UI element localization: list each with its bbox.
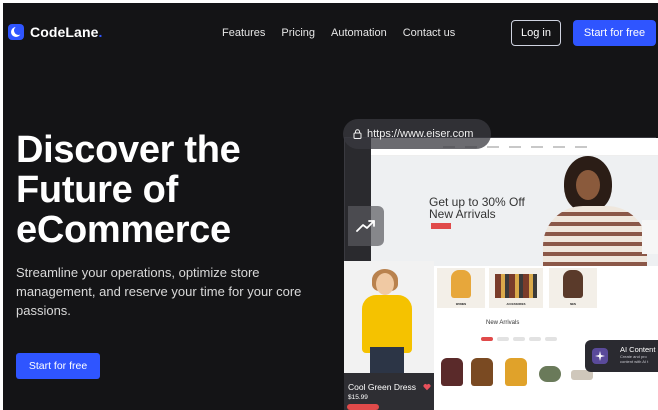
ai-card-title: AI Content (620, 345, 656, 354)
banner-shop-button[interactable] (431, 223, 451, 229)
url-bar: https://www.eiser.com (343, 119, 491, 149)
lock-icon (353, 129, 362, 139)
brand-dot: . (98, 24, 103, 40)
sparkle-icon (592, 348, 608, 364)
add-to-cart-button[interactable] (347, 404, 379, 410)
product-thumb[interactable] (471, 358, 493, 386)
ai-card-subtitle: Create and pro content with AI t (620, 354, 649, 364)
trend-chart-chip (348, 206, 384, 246)
page-frame: CodeLane . Features Pricing Automation C… (3, 3, 658, 410)
model-yellow-top (362, 295, 412, 353)
product-thumb[interactable] (505, 358, 527, 386)
category-men[interactable]: MEN (549, 268, 597, 308)
banner-headline: Get up to 30% Off New Arrivals (429, 195, 525, 221)
category-women[interactable]: WOMEN (437, 268, 485, 308)
nav-item-contact[interactable]: Contact us (403, 27, 456, 39)
store-banner: Get up to 30% Off New Arrivals (371, 156, 658, 266)
hero-subtitle: Streamline your operations, optimize sto… (16, 265, 302, 318)
category-label: WOMEN (455, 303, 467, 306)
nav-item-pricing[interactable]: Pricing (281, 27, 315, 39)
heart-icon[interactable] (423, 383, 431, 391)
brand-logo[interactable]: CodeLane . (8, 24, 102, 40)
start-free-hero-button[interactable]: Start for free (16, 353, 100, 379)
nav-item-automation[interactable]: Automation (331, 27, 387, 39)
product-thumb[interactable] (441, 358, 463, 386)
product-name: Cool Green Dress (348, 382, 417, 392)
product-price: $15.99 (348, 394, 368, 401)
start-free-header-button[interactable]: Start for free (573, 20, 656, 46)
category-label: MEN (570, 303, 576, 306)
carousel-next-arrow[interactable] (642, 220, 658, 254)
login-button[interactable]: Log in (511, 20, 561, 46)
arrivals-filter-tabs[interactable] (481, 337, 557, 341)
moon-logo-icon (8, 24, 24, 40)
banner-model-face (576, 170, 600, 200)
product-thumb[interactable] (539, 366, 561, 382)
new-arrivals-title: New Arrivals (486, 320, 520, 326)
nav-item-features[interactable]: Features (222, 27, 265, 39)
ai-content-card[interactable]: AI Content Create and pro content with A… (585, 340, 658, 372)
main-nav: Features Pricing Automation Contact us (222, 27, 455, 39)
model-face (376, 273, 394, 295)
hero-title: Discover the Future of eCommerce (16, 129, 241, 251)
category-label: ACCESSORIES (506, 303, 526, 306)
brand-name: CodeLane (30, 24, 99, 40)
banner-model-sweater (543, 206, 647, 266)
trending-up-icon (356, 220, 375, 232)
category-accessories[interactable]: ACCESSORIES (489, 268, 543, 308)
url-text: https://www.eiser.com (367, 128, 474, 140)
